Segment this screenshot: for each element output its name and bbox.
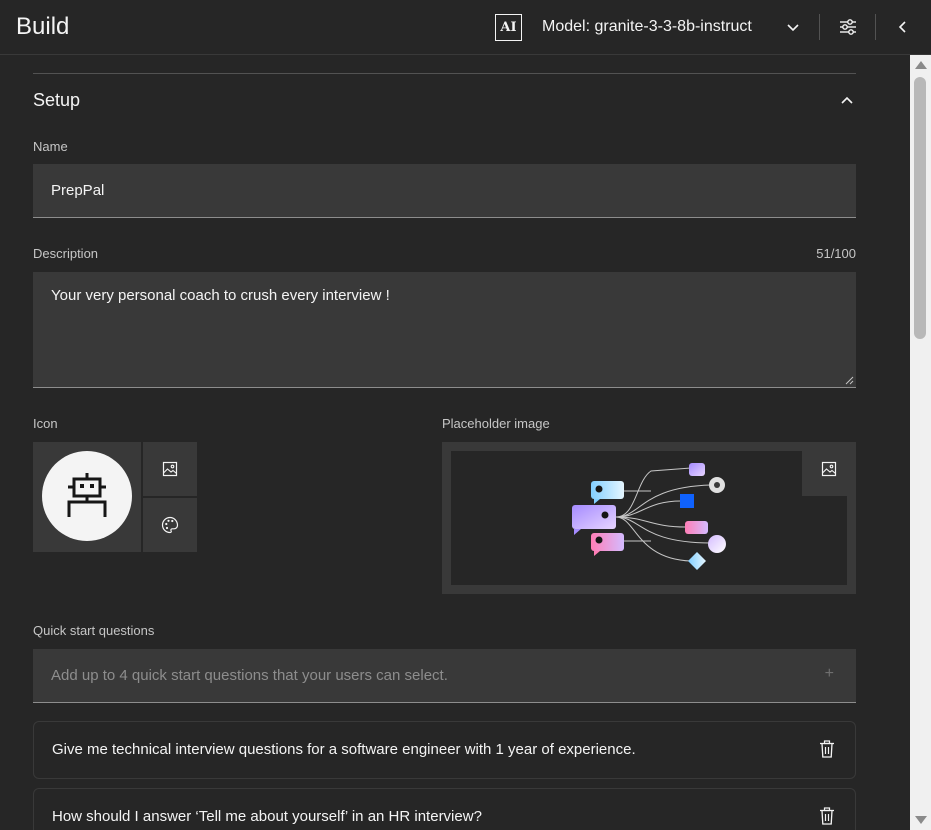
header-divider [819, 14, 820, 40]
settings-sliders-icon[interactable] [836, 15, 860, 39]
chevron-up-icon[interactable] [838, 92, 856, 110]
quick-start-placeholder: Add up to 4 quick start questions that y… [51, 667, 448, 684]
image-upload-icon [821, 461, 837, 477]
name-label: Name [33, 139, 68, 154]
chevron-left-icon[interactable] [892, 15, 912, 39]
placeholder-image-label: Placeholder image [442, 416, 550, 431]
scroll-down-arrow[interactable] [915, 816, 927, 824]
trash-icon[interactable] [819, 807, 835, 825]
flow-diagram-illustration [572, 463, 726, 570]
description-label: Description [33, 246, 99, 261]
quick-start-label: Quick start questions [33, 623, 155, 638]
question-text: Give me technical interview questions fo… [52, 741, 636, 758]
ai-badge: AI [495, 14, 522, 41]
header-divider [875, 14, 876, 40]
resize-grip-icon[interactable] [845, 376, 854, 385]
quick-start-question-card: Give me technical interview questions fo… [33, 721, 856, 779]
quick-start-question-card: How should I answer ‘Tell me about yours… [33, 788, 856, 830]
description-textarea[interactable]: Your very personal coach to crush every … [33, 272, 856, 388]
section-divider [33, 73, 856, 74]
icon-color-button[interactable] [143, 498, 197, 552]
page-title: Build [16, 13, 70, 40]
avatar [42, 451, 132, 541]
quick-start-input[interactable]: Add up to 4 quick start questions that y… [33, 649, 856, 703]
model-selector[interactable]: Model: granite-3-3-8b-instruct [542, 18, 752, 36]
placeholder-image-preview [442, 442, 856, 594]
header-bar: Build AI Model: granite-3-3-8b-instruct [0, 0, 931, 55]
placeholder-image-upload-button[interactable] [802, 442, 856, 496]
icon-label: Icon [33, 416, 58, 431]
setup-section-title[interactable]: Setup [33, 90, 80, 111]
assistant-icon-preview [33, 442, 141, 552]
chevron-down-icon[interactable] [783, 17, 803, 37]
question-text: How should I answer ‘Tell me about yours… [52, 808, 482, 825]
description-text: Your very personal coach to crush every … [51, 287, 390, 304]
image-upload-icon [162, 461, 178, 477]
add-question-button[interactable]: + [825, 665, 834, 683]
robot-icon [67, 473, 107, 517]
description-char-counter: 51/100 [816, 246, 856, 261]
scroll-up-arrow[interactable] [915, 61, 927, 69]
placeholder-illustration-area [451, 451, 847, 585]
vertical-scrollbar[interactable] [910, 55, 931, 830]
trash-icon[interactable] [819, 740, 835, 758]
icon-upload-button[interactable] [143, 442, 197, 496]
color-palette-icon [161, 516, 179, 534]
scroll-thumb[interactable] [914, 77, 926, 339]
name-input[interactable]: PrepPal [33, 164, 856, 218]
